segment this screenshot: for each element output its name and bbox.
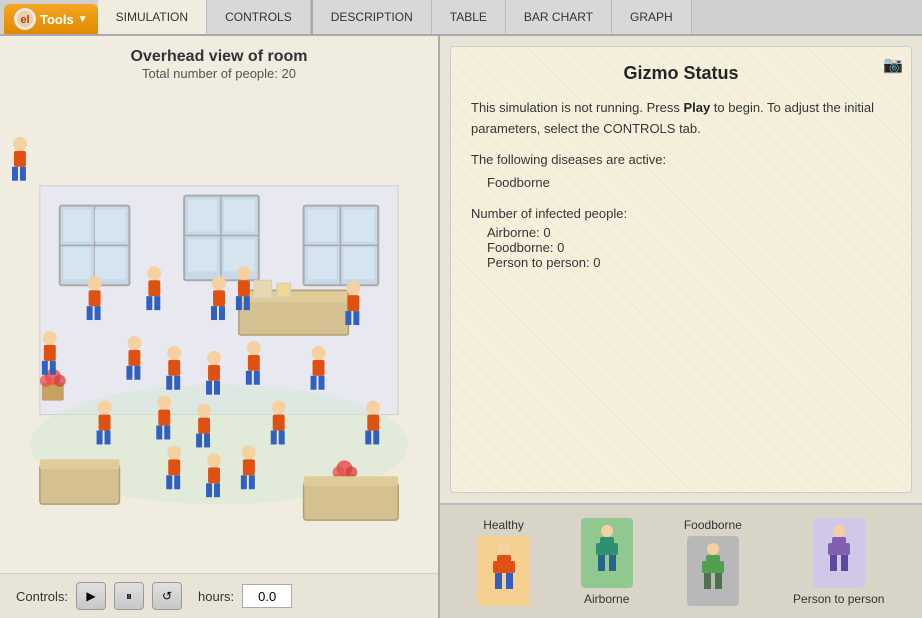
tab-simulation[interactable]: SIMULATION [98, 0, 207, 34]
legend-airborne-figure [581, 518, 633, 588]
top-nav-bar: el Tools ▼ SIMULATION CONTROLS DESCRIPTI… [0, 0, 922, 36]
tools-dropdown-arrow: ▼ [78, 14, 88, 25]
sim-header: Overhead view of room Total number of pe… [0, 36, 438, 87]
disease-item-foodborne: Foodborne [487, 175, 891, 190]
controls-label: Controls: [16, 589, 68, 604]
legend-healthy-label: Healthy [483, 518, 524, 532]
tab-table[interactable]: TABLE [432, 0, 506, 34]
gizmo-status-box: 📷 Gizmo Status This simulation is not ru… [450, 46, 912, 493]
legend-healthy: Healthy [478, 518, 530, 606]
tools-button[interactable]: el Tools ▼ [4, 4, 98, 34]
sim-controls-bar: Controls: ▶ ⏸ ↺ hours: [0, 573, 438, 618]
svg-text:el: el [20, 14, 29, 26]
legend-airborne-label: Airborne [584, 592, 629, 606]
tab-graph[interactable]: GRAPH [612, 0, 692, 34]
reset-button[interactable]: ↺ [152, 582, 182, 610]
right-panel: 📷 Gizmo Status This simulation is not ru… [440, 36, 922, 618]
legend-area: Healthy [440, 503, 922, 618]
left-panel: Overhead view of room Total number of pe… [0, 36, 440, 618]
sim-viewport [10, 87, 428, 573]
legend-airborne: Airborne [581, 518, 633, 606]
tab-description[interactable]: DESCRIPTION [313, 0, 432, 34]
legend-foodborne: Foodborne [684, 518, 742, 606]
sim-title: Overhead view of room [16, 48, 422, 66]
tools-logo: el [14, 8, 36, 30]
main-content: Overhead view of room Total number of pe… [0, 36, 922, 618]
tab-controls[interactable]: CONTROLS [207, 0, 311, 34]
diseases-intro: The following diseases are active: [471, 152, 891, 167]
active-diseases-list: Foodborne [487, 175, 891, 190]
legend-person-to-person: Person to person [793, 518, 884, 606]
infected-airborne: Airborne: 0 [487, 225, 891, 240]
tools-label: Tools [40, 12, 74, 27]
legend-person-figure [813, 518, 865, 588]
hours-input[interactable] [242, 584, 292, 608]
tab-bar-chart[interactable]: BAR CHART [506, 0, 612, 34]
infected-foodborne: Foodborne: 0 [487, 240, 891, 255]
hours-label: hours: [198, 589, 234, 604]
legend-foodborne-figure [687, 536, 739, 606]
sim-subtitle: Total number of people: 20 [16, 66, 422, 81]
play-button[interactable]: ▶ [76, 582, 106, 610]
camera-icon[interactable]: 📷 [883, 55, 903, 75]
infected-list: Airborne: 0 Foodborne: 0 Person to perso… [487, 225, 891, 270]
status-description: This simulation is not running. Press Pl… [471, 98, 891, 140]
legend-person-label: Person to person [793, 592, 884, 606]
legend-healthy-figure [478, 536, 530, 606]
infected-title: Number of infected people: [471, 206, 891, 221]
status-title: Gizmo Status [471, 63, 891, 84]
room-illustration [10, 87, 428, 573]
legend-foodborne-label: Foodborne [684, 518, 742, 532]
pause-button[interactable]: ⏸ [114, 582, 144, 610]
infected-person-to-person: Person to person: 0 [487, 255, 891, 270]
